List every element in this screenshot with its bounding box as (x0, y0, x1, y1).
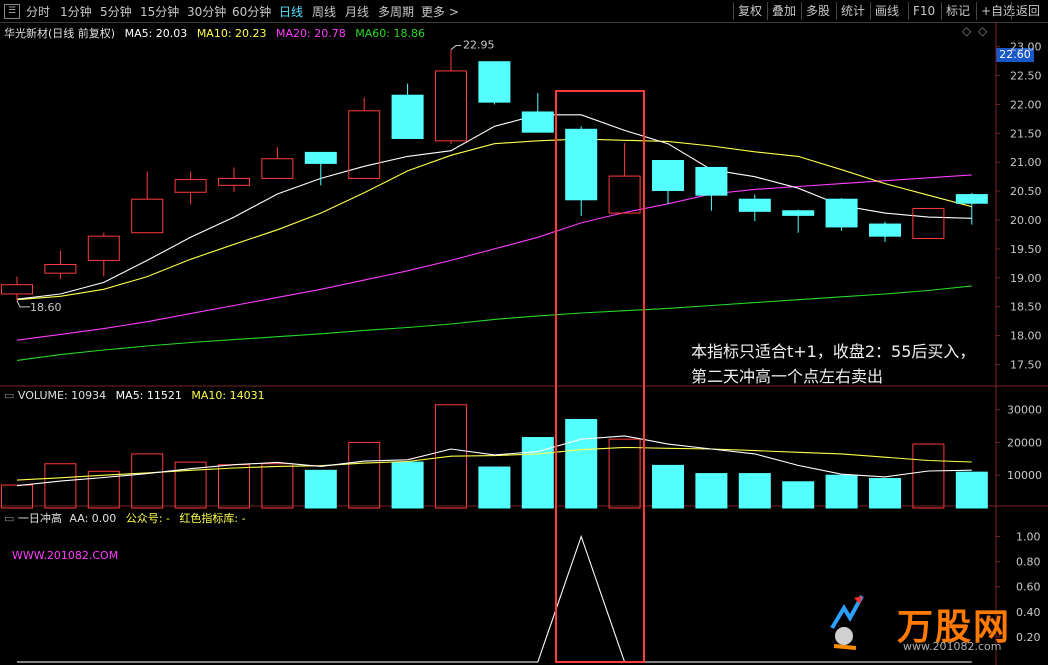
price-tick-label: 21.00 (1010, 156, 1042, 169)
watermark-url: www.201082.com (903, 640, 1002, 653)
candle-up (261, 158, 294, 179)
candle-down (652, 159, 684, 192)
candle-down (521, 111, 554, 133)
candle-up (1, 284, 33, 295)
price-tick-label: 23.00 (1010, 41, 1042, 54)
candle-down (478, 61, 511, 103)
candle-up (131, 198, 164, 234)
volume-bar-up (261, 463, 294, 509)
high-marker-arrow (450, 45, 461, 50)
volume-bar-up (348, 441, 381, 509)
candle-down (869, 223, 901, 237)
brand-logo-icon (830, 595, 864, 650)
price-tick-label: 17.50 (1010, 358, 1042, 371)
candle-down (391, 94, 424, 140)
volume-bar-down (652, 464, 684, 509)
volume-tick-label: 30000 (1007, 404, 1042, 417)
price-tick-label: 18.50 (1010, 301, 1042, 314)
price-tick-label: 20.50 (1010, 185, 1042, 198)
candle-up (174, 179, 207, 193)
candle-up (608, 175, 641, 214)
candle-down (565, 128, 598, 201)
candle-down (738, 198, 771, 212)
volume-bar-down (478, 466, 511, 509)
candle-up (435, 70, 467, 142)
volume-bar-down (695, 473, 728, 509)
indicator-tick-label: 0.40 (1016, 606, 1041, 619)
candle-down (955, 194, 988, 204)
volume-bar-down (869, 478, 901, 509)
volume-bar-down (304, 469, 337, 509)
high-price-label: 22.95 (463, 39, 495, 52)
ma60-line (16, 285, 972, 361)
indicator-tick-label: 0.80 (1016, 556, 1041, 569)
price-tick-label: 21.50 (1010, 127, 1042, 140)
volume-bar-down (782, 481, 815, 509)
volume-bar-up (218, 464, 250, 509)
price-tick-label: 22.50 (1010, 70, 1042, 83)
volume-bar-up (912, 443, 945, 509)
volume-bar-up (608, 438, 641, 509)
low-marker-arrow (16, 300, 30, 308)
indicator-tick-label: 0.20 (1016, 631, 1041, 644)
volume-bar-up (1, 484, 33, 509)
candle-down (695, 166, 728, 196)
candle-down (304, 151, 337, 164)
kline-chart[interactable]: 23.00 22.50 22.00 21.50 21.00 20.50 20.00 19.50… (0, 0, 1048, 665)
price-tick-label: 19.50 (1010, 243, 1042, 256)
volume-tick-label: 10000 (1007, 469, 1042, 482)
candle-down (825, 198, 858, 228)
candle-up (912, 207, 945, 239)
volume-bar-down (391, 461, 424, 509)
candle-up (87, 235, 120, 261)
low-price-label: 18.60 (30, 301, 62, 314)
volume-bar-up (44, 463, 77, 509)
price-tick-label: 19.00 (1010, 272, 1042, 285)
volume-tick-label: 20000 (1007, 436, 1042, 449)
volume-bar-up (131, 453, 164, 509)
price-tick-label: 22.00 (1010, 98, 1042, 111)
volume-bar-down (565, 419, 598, 509)
candle-down (782, 210, 815, 216)
candle-up (44, 263, 77, 274)
volume-bar-down (825, 474, 858, 509)
indicator-tick-label: 0.60 (1016, 581, 1041, 594)
candle-up (218, 177, 250, 186)
price-tick-label: 20.00 (1010, 214, 1042, 227)
price-tick-label: 18.00 (1010, 330, 1042, 343)
volume-bar-down (955, 471, 988, 509)
candle-up (348, 110, 381, 179)
indicator-tick-label: 1.00 (1016, 531, 1041, 544)
volume-bar-down (738, 473, 771, 509)
